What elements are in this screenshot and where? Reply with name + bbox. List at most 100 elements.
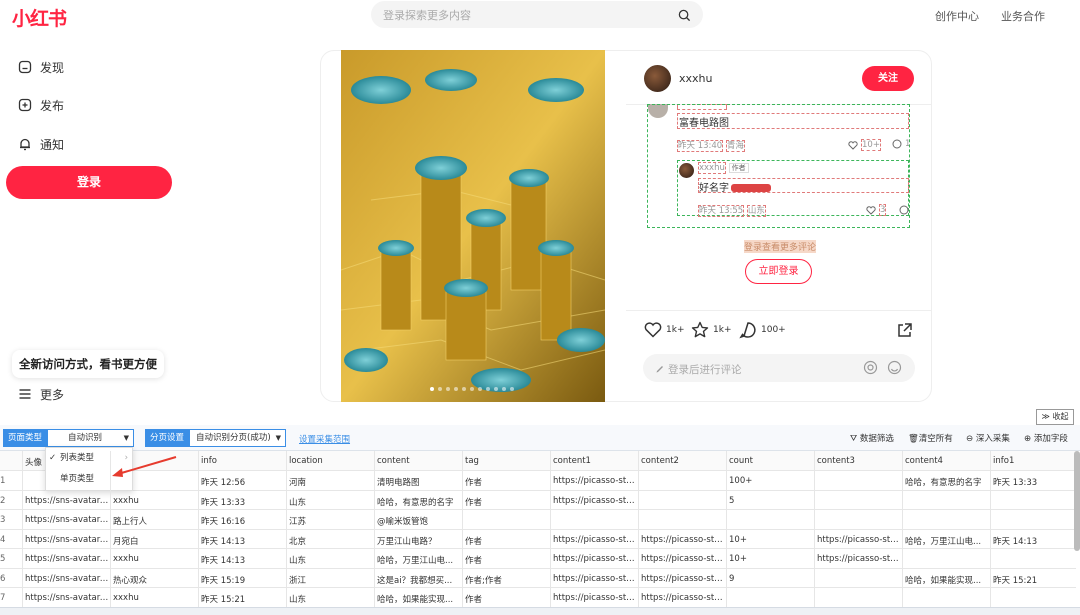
table-row[interactable]: 5 https://sns-avatar-q... xxxhu 昨天 14:13 山东 哈…: [0, 549, 1076, 569]
login-button[interactable]: 登录: [6, 166, 172, 199]
row-number: 7: [0, 593, 6, 603]
tool-label: 数据筛选: [859, 434, 894, 444]
column-header[interactable]: tag: [465, 456, 549, 466]
reply-text-box: 好名字: [698, 178, 909, 194]
carousel-dot[interactable]: [438, 387, 442, 391]
column-divider: [286, 451, 287, 607]
carousel-dot[interactable]: [494, 387, 498, 391]
table-cell: https://picasso-stati...: [817, 554, 901, 564]
reply-avatar[interactable]: [679, 163, 694, 178]
logo[interactable]: 小红书: [12, 4, 67, 31]
table-cell: https://picasso-stati...: [817, 534, 901, 545]
table-cell: 作者: [465, 595, 483, 605]
column-header[interactable]: content3: [817, 456, 901, 466]
carousel-dot[interactable]: [478, 387, 482, 391]
nav-creator-center[interactable]: 创作中心: [935, 8, 979, 24]
clear-tool[interactable]: 🗑清空所有: [908, 432, 953, 444]
column-divider: [462, 451, 463, 607]
tool-label: 清空所有: [918, 434, 953, 444]
caret-down-icon: ▼: [123, 434, 129, 442]
carousel-dot[interactable]: [446, 387, 450, 391]
follow-button[interactable]: 关注: [862, 66, 914, 91]
add-field-tool[interactable]: ⊕ 添加字段: [1024, 432, 1068, 444]
collect-action[interactable]: 1k+: [691, 321, 731, 339]
filter-tool[interactable]: ⛛ 数据筛选: [850, 432, 894, 444]
table-row[interactable]: 7 https://sns-avatar-q... xxxhu 昨天 15:21 山东 哈…: [0, 588, 1076, 608]
column-header[interactable]: content2: [641, 456, 725, 466]
table-cell: https://picasso-stati...: [553, 534, 637, 545]
promo-tooltip: 全新访问方式，看书更方便: [12, 350, 164, 378]
column-header[interactable]: info1: [993, 456, 1077, 466]
pen-icon: [656, 366, 663, 373]
comment-input[interactable]: 登录后进行评论: [643, 354, 915, 382]
column-header[interactable]: info: [201, 456, 285, 466]
dropdown-item-label: 单页类型: [60, 474, 95, 484]
table-cell: 9: [729, 573, 735, 584]
comment-icon[interactable]: [899, 205, 909, 215]
table-cell: 昨天 15:21: [993, 575, 1038, 586]
column-header[interactable]: content1: [553, 456, 637, 466]
tool-label: 添加字段: [1033, 434, 1068, 444]
app-window: { "header": {"logo": "小红书", "search_plac…: [0, 0, 1080, 615]
carousel-dot[interactable]: [470, 387, 474, 391]
deep-collect-tool[interactable]: ⊖ 深入采集: [966, 432, 1010, 444]
login-now-button[interactable]: 立即登录: [745, 259, 812, 284]
table-scrollbar[interactable]: [1074, 451, 1080, 551]
carousel-dot[interactable]: [510, 387, 514, 391]
plus-circle-icon: ⊕: [1024, 434, 1034, 444]
table-row[interactable]: 4 https://sns-avatar-q... 月宛白 昨天 14:13 北京 万里江…: [0, 530, 1076, 549]
column-header[interactable]: content4: [905, 456, 989, 466]
like-action[interactable]: 1k+: [644, 322, 684, 338]
sidebar-more[interactable]: 更多: [18, 384, 64, 404]
column-header[interactable]: location: [289, 456, 373, 466]
circuit-city-image: [341, 50, 605, 402]
reply-like[interactable]: 3: [866, 204, 887, 216]
page-type-select[interactable]: 自动识别 ▼: [47, 429, 134, 447]
collect-count: 1k+: [713, 325, 732, 335]
search-icon[interactable]: [678, 7, 691, 26]
reply-location: 山东: [746, 205, 766, 217]
carousel-dot[interactable]: [454, 387, 458, 391]
share-icon[interactable]: [896, 322, 913, 339]
author-name[interactable]: xxxhu: [679, 72, 712, 85]
emoji-icon[interactable]: [887, 360, 902, 375]
set-scope-link[interactable]: 设置采集范围: [299, 433, 350, 445]
paging-select[interactable]: 自动识别分页(成功) ▼: [189, 429, 286, 447]
table-cell: 哈哈，如果能实现...: [905, 575, 982, 586]
chevron-down-icon: ≫: [1041, 412, 1053, 421]
carousel-dot[interactable]: [502, 387, 506, 391]
table-cell: https://sns-avatar-q...: [25, 515, 109, 525]
carousel-dot[interactable]: [486, 387, 490, 391]
reply-username[interactable]: xxxhu: [698, 162, 726, 174]
table-cell: https://picasso-stati...: [553, 495, 637, 506]
sidebar-item-publish[interactable]: 发布: [18, 95, 64, 115]
at-icon[interactable]: [863, 360, 878, 375]
filter-icon: ⛛: [850, 434, 860, 444]
sidebar-item-notify[interactable]: 通知: [18, 134, 64, 154]
collapse-button[interactable]: ≫ 收起: [1036, 409, 1074, 425]
row-number: 1: [0, 476, 6, 486]
note-image[interactable]: [341, 50, 605, 402]
table-cell: 山东: [289, 497, 307, 508]
nav-business[interactable]: 业务合作: [1001, 8, 1045, 24]
column-divider: [814, 451, 815, 607]
reply-user-row: xxxhu 作者: [698, 162, 749, 174]
column-header[interactable]: count: [729, 456, 813, 466]
carousel-dot[interactable]: [430, 387, 434, 391]
emoji-sticker: [731, 184, 771, 192]
author-avatar[interactable]: [644, 65, 671, 92]
table-row[interactable]: 6 https://sns-avatar-q... 热心观众 昨天 15:19 浙江 这是…: [0, 569, 1076, 588]
horizontal-scrollbar[interactable]: [0, 607, 1080, 615]
table-cell: 昨天 15:21: [201, 595, 246, 605]
carousel-dots[interactable]: [430, 387, 520, 391]
comment-action[interactable]: 100+: [739, 321, 786, 339]
table-row[interactable]: 2 https://sns-avatar-q... xxxhu 昨天 13:33 山东 哈…: [0, 491, 1076, 510]
table-cell: https://sns-avatar-q...: [25, 573, 109, 584]
annotation-arrow: [112, 456, 177, 477]
page-type-value: 自动识别: [68, 433, 103, 443]
search-bar[interactable]: 登录探索更多内容: [371, 1, 703, 28]
table-row[interactable]: 3 https://sns-avatar-q... 路上行人 昨天 16:16 江苏 @喻…: [0, 510, 1076, 530]
column-header[interactable]: content: [377, 456, 461, 466]
carousel-dot[interactable]: [462, 387, 466, 391]
sidebar-item-discover[interactable]: 发现: [18, 57, 64, 77]
